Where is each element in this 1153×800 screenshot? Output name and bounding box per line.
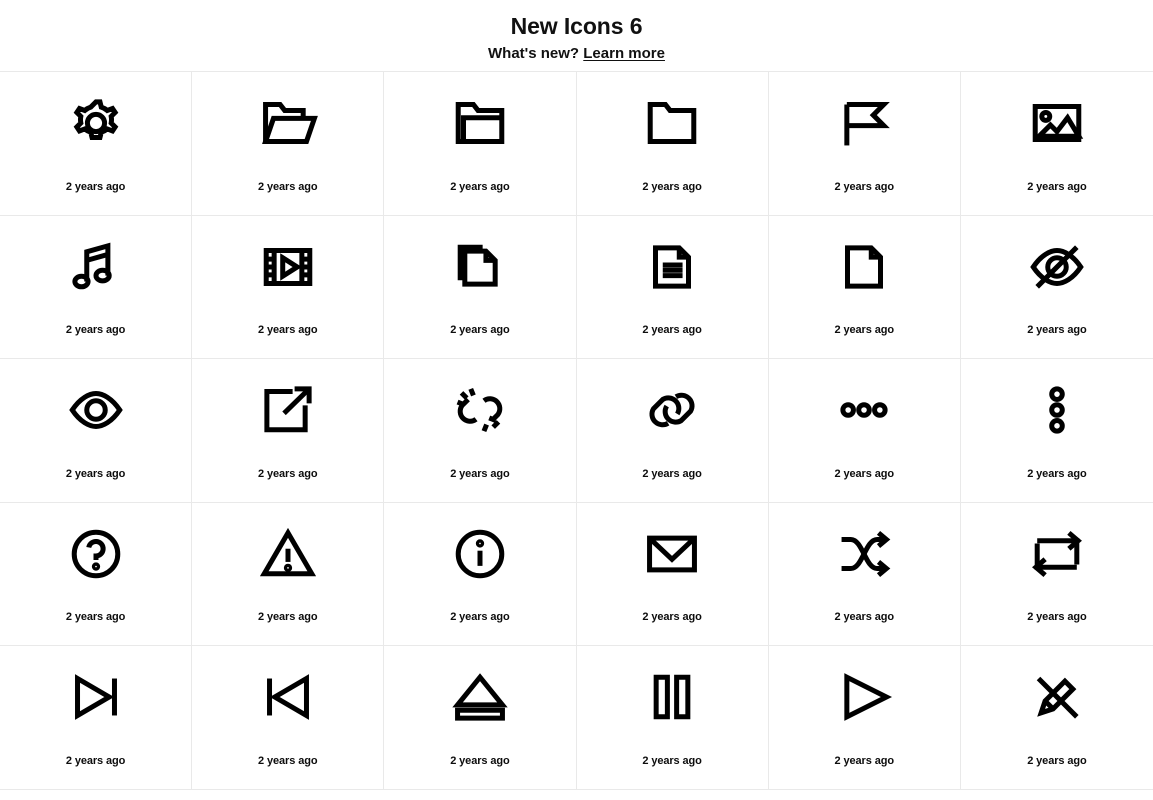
icon-cell[interactable]: 2 years ago — [576, 502, 769, 646]
music-note-icon[interactable] — [0, 216, 191, 325]
icon-timestamp: 2 years ago — [1027, 611, 1087, 623]
icon-timestamp: 2 years ago — [65, 467, 126, 480]
icon-timestamp: 2 years ago — [65, 611, 126, 623]
icon-cell[interactable]: 2 years ago — [0, 646, 193, 790]
icon-cell[interactable]: 2 years ago — [384, 646, 577, 790]
icon-timestamp: 2 years ago — [1027, 754, 1087, 767]
icon-cell[interactable]: 2 years ago — [960, 646, 1153, 790]
page-subtitle: What's new? Learn more — [0, 44, 1153, 64]
image-icon[interactable] — [961, 72, 1153, 181]
pause-icon[interactable] — [577, 646, 768, 755]
more-vertical-icon[interactable] — [961, 359, 1153, 468]
icon-timestamp: 2 years ago — [834, 611, 895, 623]
icon-timestamp: 2 years ago — [258, 467, 318, 480]
page-title: New Icons 6 — [510, 13, 643, 39]
icon-cell[interactable]: 2 years ago — [0, 502, 193, 646]
icon-cell[interactable]: 2 years ago — [768, 502, 961, 646]
icon-cell[interactable]: 2 years ago — [384, 72, 577, 216]
video-film-icon[interactable] — [192, 216, 383, 325]
icon-cell[interactable]: 2 years ago — [192, 359, 385, 503]
icon-timestamp: 2 years ago — [1027, 180, 1087, 193]
icon-cell[interactable]: 2 years ago — [192, 646, 385, 790]
document-text-icon[interactable] — [577, 216, 768, 325]
icon-timestamp: 2 years ago — [450, 611, 510, 623]
icon-cell[interactable]: 2 years ago — [576, 646, 769, 790]
icon-cell[interactable]: 2 years ago — [768, 359, 961, 503]
icon-timestamp: 2 years ago — [642, 324, 702, 336]
icon-cell[interactable]: 2 years ago — [0, 359, 193, 503]
icon-gallery-page: New Icons 6 What's new? Learn more 2 yea… — [0, 0, 1153, 800]
icon-cell[interactable]: 2 years ago — [576, 72, 769, 216]
info-circle-icon[interactable] — [384, 503, 575, 612]
page-header: New Icons 6 What's new? Learn more — [0, 0, 1153, 71]
link-icon[interactable] — [577, 359, 768, 468]
icon-timestamp: 2 years ago — [834, 467, 895, 480]
icon-cell[interactable]: 2 years ago — [384, 359, 577, 503]
icon-timestamp: 2 years ago — [1027, 467, 1087, 480]
icon-cell[interactable]: 2 years ago — [192, 72, 385, 216]
icon-cell[interactable]: 2 years ago — [768, 72, 961, 216]
play-icon[interactable] — [769, 646, 960, 755]
icon-cell[interactable]: 2 years ago — [768, 215, 961, 359]
icon-cell[interactable]: 2 years ago — [384, 502, 577, 646]
icon-timestamp: 2 years ago — [642, 611, 702, 623]
icon-cell[interactable]: 2 years ago — [0, 72, 193, 216]
folder-icon[interactable] — [577, 72, 768, 181]
icon-cell[interactable]: 2 years ago — [192, 502, 385, 646]
icon-timestamp: 2 years ago — [258, 754, 318, 767]
broken-link-icon[interactable] — [384, 359, 575, 468]
repeat-icon[interactable] — [961, 503, 1153, 612]
icon-timestamp: 2 years ago — [258, 324, 318, 336]
icon-timestamp: 2 years ago — [642, 180, 702, 193]
folder-closed-icon[interactable] — [384, 72, 575, 181]
icon-cell[interactable]: 2 years ago — [960, 72, 1153, 216]
icon-timestamp: 2 years ago — [1027, 324, 1087, 336]
icon-timestamp: 2 years ago — [65, 324, 126, 336]
icon-timestamp: 2 years ago — [65, 754, 126, 767]
learn-more-link[interactable]: Learn more — [583, 45, 665, 62]
icon-timestamp: 2 years ago — [450, 180, 510, 193]
shuffle-icon[interactable] — [769, 503, 960, 612]
icon-timestamp: 2 years ago — [642, 754, 702, 767]
more-horizontal-icon[interactable] — [769, 359, 960, 468]
whats-new-label: What's new? — [488, 45, 580, 62]
icon-timestamp: 2 years ago — [642, 467, 702, 480]
icon-timestamp: 2 years ago — [450, 467, 510, 480]
help-circle-icon[interactable] — [0, 503, 191, 612]
icon-timestamp: 2 years ago — [258, 611, 318, 623]
icon-cell[interactable]: 2 years ago — [576, 215, 769, 359]
icon-timestamp: 2 years ago — [450, 324, 510, 336]
eject-icon[interactable] — [384, 646, 575, 755]
eye-off-icon[interactable] — [961, 216, 1153, 325]
icon-cell[interactable]: 2 years ago — [384, 215, 577, 359]
gear-icon[interactable] — [0, 72, 191, 181]
icon-cell[interactable]: 2 years ago — [960, 359, 1153, 503]
skip-forward-icon[interactable] — [0, 646, 191, 755]
icon-cell[interactable]: 2 years ago — [960, 215, 1153, 359]
icon-timestamp: 2 years ago — [258, 180, 318, 193]
icon-cell[interactable]: 2 years ago — [576, 359, 769, 503]
file-blank-icon[interactable] — [769, 216, 960, 325]
icon-grid: 2 years ago 2 years ago 2 years ago 2 years… — [0, 71, 1153, 790]
icon-timestamp: 2 years ago — [834, 324, 895, 336]
eye-icon[interactable] — [0, 359, 191, 468]
pencil-off-icon[interactable] — [961, 646, 1153, 755]
icon-timestamp: 2 years ago — [65, 180, 126, 193]
icon-cell[interactable]: 2 years ago — [192, 215, 385, 359]
folder-open-icon[interactable] — [192, 72, 383, 181]
icon-cell[interactable]: 2 years ago — [768, 646, 961, 790]
icon-cell[interactable]: 2 years ago — [960, 502, 1153, 646]
icon-timestamp: 2 years ago — [834, 754, 895, 767]
skip-backward-icon[interactable] — [192, 646, 383, 755]
copy-documents-icon[interactable] — [384, 216, 575, 325]
external-link-icon[interactable] — [192, 359, 383, 468]
flag-icon[interactable] — [769, 72, 960, 181]
icon-cell[interactable]: 2 years ago — [0, 215, 193, 359]
warning-triangle-icon[interactable] — [192, 503, 383, 612]
icon-timestamp: 2 years ago — [834, 180, 895, 193]
icon-timestamp: 2 years ago — [450, 754, 510, 767]
mail-envelope-icon[interactable] — [577, 503, 768, 612]
